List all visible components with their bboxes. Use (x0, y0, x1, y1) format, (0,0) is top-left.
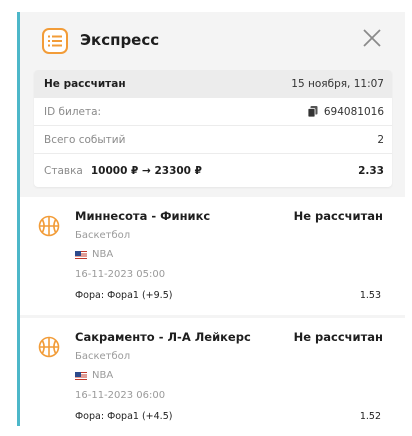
ticket-icon (307, 106, 318, 117)
event-bet: Фора: Фора1 (+4.5) (75, 411, 173, 422)
events-label: Всего событий (44, 133, 126, 146)
basketball-icon (38, 336, 60, 358)
panel-title: Экспресс (80, 31, 160, 49)
close-icon[interactable] (361, 27, 383, 49)
bet-summary: Не рассчитан 15 ноября, 11:07 ID билета:… (34, 70, 392, 187)
us-flag-icon (75, 371, 87, 380)
total-odds: 2.33 (358, 164, 384, 177)
league-name: NBA (92, 370, 114, 381)
bet-date: 15 ноября, 11:07 (291, 77, 384, 90)
events-count-row: Всего событий 2 (34, 126, 392, 154)
event-date: 16-11-2023 05:00 (75, 269, 166, 280)
event-bet: Фора: Фора1 (+9.5) (75, 290, 173, 301)
league-name: NBA (92, 249, 114, 260)
us-flag-icon (75, 250, 87, 259)
basketball-icon (38, 215, 60, 237)
event-sport: Баскетбол (75, 351, 131, 362)
event-date: 16-11-2023 06:00 (75, 390, 166, 401)
event-teams: Сакраменто - Л-А Лейкерс (75, 330, 251, 344)
event-status: Не рассчитан (293, 209, 383, 223)
stake-row: Ставка 10000 ₽ → 23300 ₽ 2.33 (34, 154, 392, 187)
event-odds: 1.52 (359, 411, 381, 422)
event-odds: 1.53 (359, 290, 381, 301)
event-league: NBA (75, 249, 113, 260)
list-icon (42, 28, 68, 54)
stake-label: Ставка (44, 164, 83, 177)
panel-header: Экспресс (20, 12, 405, 70)
event-teams: Миннесота - Финикс (75, 209, 211, 223)
status-row: Не рассчитан 15 ноября, 11:07 (34, 70, 392, 98)
ticket-id-group[interactable]: 694081016 (307, 105, 384, 118)
event-status: Не рассчитан (293, 330, 383, 344)
event-card[interactable]: Сакраменто - Л-А Лейкерс Не рассчитан Ба… (20, 318, 405, 436)
events-count: 2 (377, 133, 384, 146)
ticket-label: ID билета: (44, 105, 102, 118)
event-card[interactable]: Миннесота - Финикс Не рассчитан Баскетбо… (20, 197, 405, 315)
bet-status: Не рассчитан (44, 77, 126, 90)
ticket-row: ID билета: 694081016 (34, 98, 392, 126)
event-sport: Баскетбол (75, 230, 131, 241)
stake-value: 10000 ₽ → 23300 ₽ (90, 164, 202, 177)
express-bet-panel: Экспресс Не рассчитан 15 ноября, 11:07 I… (20, 12, 405, 436)
ticket-id: 694081016 (323, 105, 384, 118)
event-league: NBA (75, 370, 113, 381)
